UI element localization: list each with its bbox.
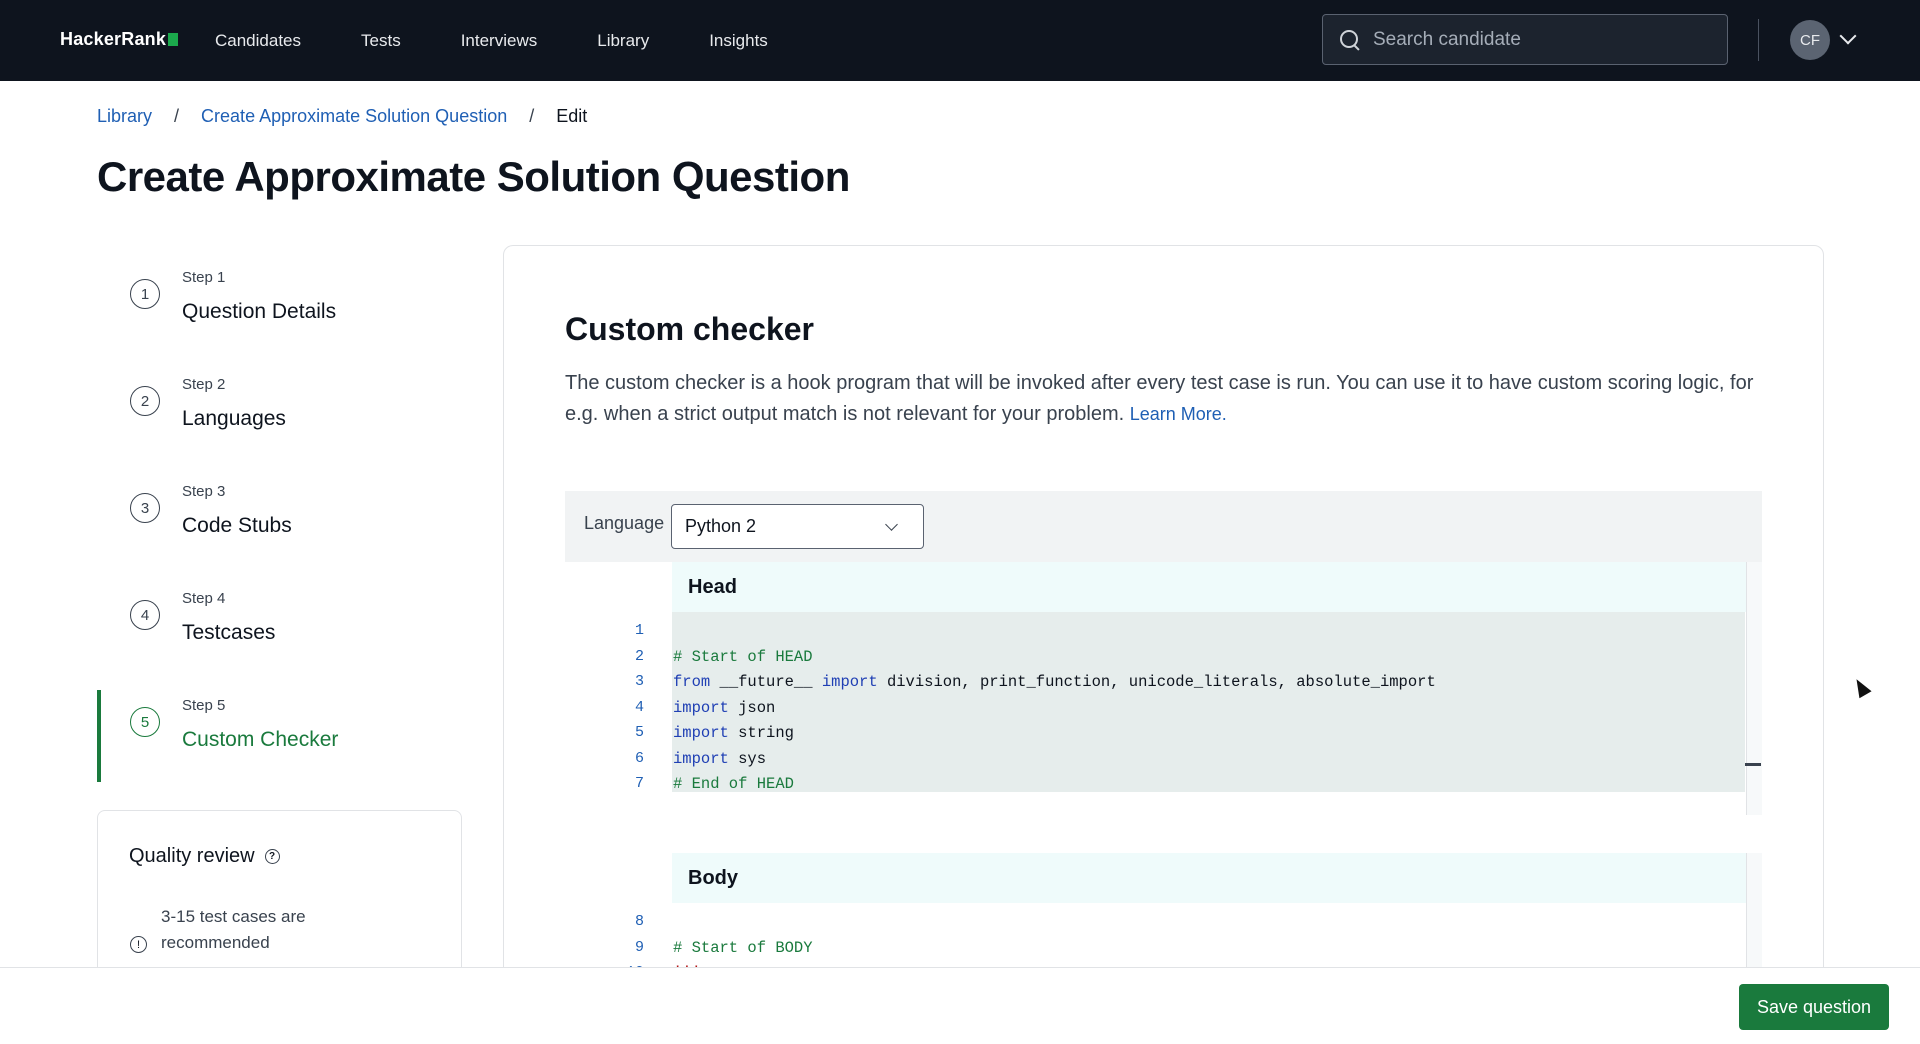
step-circle: 2 [130, 386, 160, 416]
code-token: # Start of BODY [673, 938, 813, 957]
scroll-thumb[interactable] [1745, 763, 1761, 766]
code-token: import [673, 698, 729, 717]
nav-link-library[interactable]: Library [597, 31, 649, 51]
line-number: 8 [634, 913, 644, 930]
custom-checker-card: Custom checker The custom checker is a h… [503, 245, 1824, 1044]
top-navigation: HackerRank Candidates Tests Interviews L… [0, 0, 1920, 81]
avatar[interactable]: CF [1790, 20, 1830, 60]
info-icon: ! [130, 936, 147, 953]
page-title: Create Approximate Solution Question [97, 153, 850, 200]
code-line: # Start of BODY [673, 935, 813, 961]
code-token: string [728, 724, 794, 742]
code-token: from [673, 673, 711, 691]
breadcrumb: Library / Create Approximate Solution Qu… [97, 106, 587, 127]
code-token: json [728, 698, 776, 717]
save-question-button[interactable]: Save question [1739, 984, 1889, 1030]
step-languages[interactable]: 2 Step 2 Languages [97, 369, 462, 476]
nav-link-insights[interactable]: Insights [709, 31, 768, 51]
nav-link-candidates[interactable]: Candidates [215, 31, 301, 51]
brand-name: HackerRank [60, 29, 167, 49]
body-section-header: Body [672, 853, 1762, 903]
step-circle: 5 [130, 707, 160, 737]
section-title: Custom checker [565, 311, 814, 347]
brand-mark-icon [168, 33, 179, 46]
code-token: division, print_function, unicode_litera… [877, 673, 1436, 691]
nav-divider [1758, 19, 1759, 61]
breadcrumb-question[interactable]: Create Approximate Solution Question [201, 106, 507, 127]
language-select[interactable]: Python 2 [671, 504, 924, 549]
code-line: # Start of HEAD [673, 644, 813, 670]
quality-review-heading: Quality review [129, 845, 255, 867]
code-line: import string [673, 720, 794, 746]
quality-review-title: Quality review ? [129, 845, 280, 868]
search-icon [1339, 29, 1361, 51]
line-number: 9 [634, 938, 644, 956]
step-title: Question Details [182, 300, 337, 323]
step-number-label: Step 2 [182, 376, 226, 393]
nav-link-interviews[interactable]: Interviews [461, 31, 538, 51]
step-circle: 3 [130, 493, 160, 523]
code-token: sys [728, 749, 767, 768]
step-number-label: Step 4 [182, 590, 226, 607]
nav-link-tests[interactable]: Tests [361, 31, 401, 51]
quality-item-text: 3-15 test cases are recommended [161, 907, 306, 952]
code-token: import [673, 749, 729, 768]
step-number-label: Step 1 [182, 269, 226, 286]
head-label: Head [688, 575, 737, 598]
code-line: # End of HEAD [673, 771, 794, 797]
code-token: __future__ [710, 673, 822, 691]
step-number-label: Step 3 [182, 483, 226, 500]
learn-more-link[interactable]: Learn More. [1130, 404, 1227, 424]
breadcrumb-library[interactable]: Library [97, 106, 152, 127]
line-number: 5 [634, 724, 644, 741]
code-line: from __future__ import division, print_f… [673, 669, 1436, 695]
step-circle: 1 [130, 279, 160, 309]
code-token: # Start of HEAD [673, 647, 813, 666]
help-icon[interactable]: ? [264, 849, 280, 864]
chevron-down-icon [885, 518, 898, 531]
line-number: 2 [634, 647, 644, 665]
code-token: # End of HEAD [673, 775, 794, 793]
breadcrumb-separator: / [529, 106, 535, 126]
step-question-details[interactable]: 1 Step 1 Question Details [97, 262, 462, 369]
section-description: The custom checker is a hook program tha… [565, 368, 1765, 430]
line-number: 3 [634, 673, 644, 690]
language-selected-value: Python 2 [685, 516, 757, 536]
code-token: import [673, 724, 729, 742]
line-number: 1 [634, 622, 644, 639]
code-line: import sys [673, 746, 766, 772]
search-box [1322, 14, 1728, 65]
line-number: 4 [634, 698, 644, 716]
mouse-cursor-icon [1850, 675, 1872, 699]
step-custom-checker[interactable]: 5 Step 5 Custom Checker [97, 690, 462, 782]
step-title: Custom Checker [182, 728, 339, 751]
bottom-action-bar: Save question [0, 967, 1920, 1044]
step-circle: 4 [130, 600, 160, 630]
language-bar: Language Python 2 [565, 491, 1762, 562]
hackerrank-logo[interactable]: HackerRank [60, 29, 179, 50]
step-number-label: Step 5 [182, 697, 226, 714]
head-code-editor[interactable] [672, 612, 1745, 792]
step-title: Testcases [182, 621, 276, 644]
line-number: 6 [634, 749, 644, 767]
language-label: Language [584, 513, 665, 533]
step-title: Code Stubs [182, 514, 292, 537]
step-list: 1 Step 1 Question Details 2 Step 2 Langu… [97, 262, 462, 782]
step-testcases[interactable]: 4 Step 4 Testcases [97, 583, 462, 690]
chevron-down-icon[interactable] [1839, 27, 1857, 45]
breadcrumb-separator: / [174, 106, 180, 126]
code-token: import [821, 673, 878, 691]
step-code-stubs[interactable]: 3 Step 3 Code Stubs [97, 476, 462, 583]
line-number: 7 [634, 775, 644, 792]
head-section-header: Head [672, 562, 1762, 612]
editor-scrollbar[interactable] [1746, 562, 1762, 815]
search-input[interactable] [1373, 28, 1703, 51]
code-line: import json [673, 695, 775, 721]
body-label: Body [688, 866, 738, 889]
nav-links: Candidates Tests Interviews Library Insi… [215, 0, 828, 81]
breadcrumb-current: Edit [556, 106, 588, 126]
step-title: Languages [182, 407, 286, 430]
